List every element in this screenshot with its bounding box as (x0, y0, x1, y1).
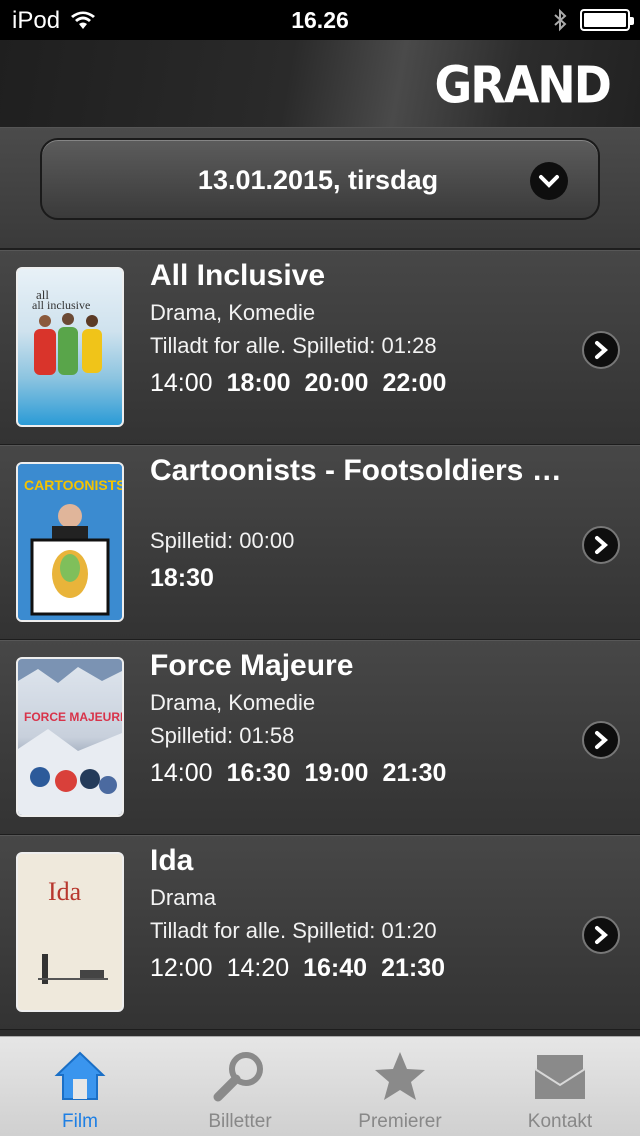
tab-kontakt[interactable]: Kontakt (480, 1037, 640, 1136)
showtime[interactable]: 14:00 (150, 759, 213, 788)
date-bar: 13.01.2015, tirsdag (0, 128, 640, 250)
showtime[interactable]: 16:40 (303, 954, 367, 983)
movie-info: Spilletid: 01:58 (150, 723, 295, 748)
battery-icon (580, 9, 634, 31)
poster-text: CARTOONISTS (24, 477, 122, 493)
date-label: 13.01.2015, tirsdag (197, 165, 439, 195)
movie-poster: FORCE MAJEURE (16, 657, 124, 817)
tab-label: Kontakt (527, 1111, 593, 1132)
showtime[interactable]: 20:00 (305, 369, 369, 398)
grand-logo: GRAND (434, 55, 612, 115)
movie-title: Force Majeure (150, 649, 354, 682)
movie-row[interactable]: CARTOONISTS Cartoonists - Footsoldiers o… (0, 445, 640, 640)
tab-film[interactable]: Film (0, 1037, 160, 1136)
movie-info: Spilletid: 00:00 (150, 528, 295, 553)
home-icon (54, 1051, 106, 1100)
movie-title: Cartoonists - Footsoldiers of Democracy (150, 454, 570, 487)
chevron-right-icon[interactable] (582, 526, 620, 564)
showtime[interactable]: 18:00 (227, 369, 291, 398)
app-header: GRAND (0, 40, 640, 128)
showtime[interactable]: 12:00 (150, 954, 213, 983)
showtime[interactable]: 21:30 (382, 759, 446, 788)
showtime[interactable]: 22:00 (382, 369, 446, 398)
showtimes: 14:00 16:30 19:00 21:30 (150, 759, 446, 788)
movie-info: Tilladt for alle. Spilletid: 01:28 (150, 333, 437, 358)
movie-genre: Drama (150, 885, 217, 910)
showtime[interactable]: 16:30 (227, 759, 291, 788)
tab-bar: Film Billetter Premierer Kontakt (0, 1036, 640, 1136)
movie-row[interactable]: all all inclusive All Inclusive Drama, K… (0, 250, 640, 445)
movie-title: Ida (150, 844, 194, 877)
chevron-right-icon[interactable] (582, 721, 620, 759)
tab-premierer[interactable]: Premierer (320, 1037, 480, 1136)
chevron-down-icon[interactable] (530, 162, 568, 200)
star-icon (375, 1052, 425, 1100)
tab-billetter[interactable]: Billetter (160, 1037, 320, 1136)
clock: 16.26 (291, 7, 349, 33)
movie-poster: all all inclusive (16, 267, 124, 427)
showtime[interactable]: 18:30 (150, 564, 214, 593)
movie-info: Tilladt for alle. Spilletid: 01:20 (150, 918, 437, 943)
showtime[interactable]: 21:30 (381, 954, 445, 983)
showtimes: 18:30 (150, 564, 214, 593)
movie-title: All Inclusive (150, 259, 326, 292)
movie-row[interactable]: FORCE MAJEURE Force Majeure Drama, Komed… (0, 640, 640, 835)
status-right (552, 8, 634, 32)
movie-list: all all inclusive All Inclusive Drama, K… (0, 250, 640, 1030)
showtime[interactable]: 14:20 (227, 954, 290, 983)
poster-text: FORCE MAJEURE (24, 710, 122, 724)
search-icon (213, 1052, 263, 1102)
chevron-right-icon[interactable] (582, 331, 620, 369)
movie-poster: CARTOONISTS (16, 462, 124, 622)
tab-label: Premierer (358, 1111, 442, 1132)
poster-text: all inclusive (32, 298, 90, 312)
bluetooth-icon (554, 8, 567, 32)
movie-genre: Drama, Komedie (150, 300, 316, 325)
date-selector[interactable]: 13.01.2015, tirsdag (40, 138, 600, 220)
tab-label: Billetter (208, 1111, 272, 1132)
mail-icon (534, 1055, 586, 1099)
movie-genre: Drama, Komedie (150, 690, 316, 715)
showtime[interactable]: 19:00 (305, 759, 369, 788)
showtimes: 14:00 18:00 20:00 22:00 (150, 369, 446, 398)
status-bar: iPod 16.26 (0, 0, 640, 40)
showtime[interactable]: 14:00 (150, 369, 213, 398)
showtimes: 12:00 14:20 16:40 21:30 (150, 954, 445, 983)
tab-label: Film (62, 1111, 98, 1132)
chevron-right-icon[interactable] (582, 916, 620, 954)
movie-poster: Ida (16, 852, 124, 1012)
poster-text: Ida (48, 877, 82, 906)
movie-row[interactable]: Ida Ida Drama Tilladt for alle. Spilleti… (0, 835, 640, 1030)
